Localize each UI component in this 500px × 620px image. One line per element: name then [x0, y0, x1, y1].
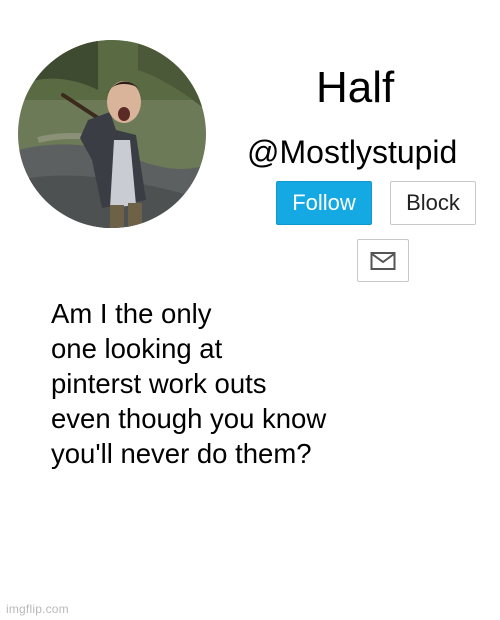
block-button[interactable]: Block: [390, 181, 476, 225]
username-handle: @Mostlystupid: [247, 134, 458, 170]
display-name: Half: [316, 63, 395, 112]
profile-photo: [18, 40, 206, 228]
follow-button[interactable]: Follow: [276, 181, 372, 225]
profile-avatar: [18, 40, 206, 228]
imgflip-watermark: imgflip.com: [6, 602, 69, 616]
post-text: Am I the only one looking at pinterst wo…: [51, 298, 327, 469]
message-button[interactable]: [357, 239, 409, 282]
envelope-icon: [370, 251, 396, 270]
